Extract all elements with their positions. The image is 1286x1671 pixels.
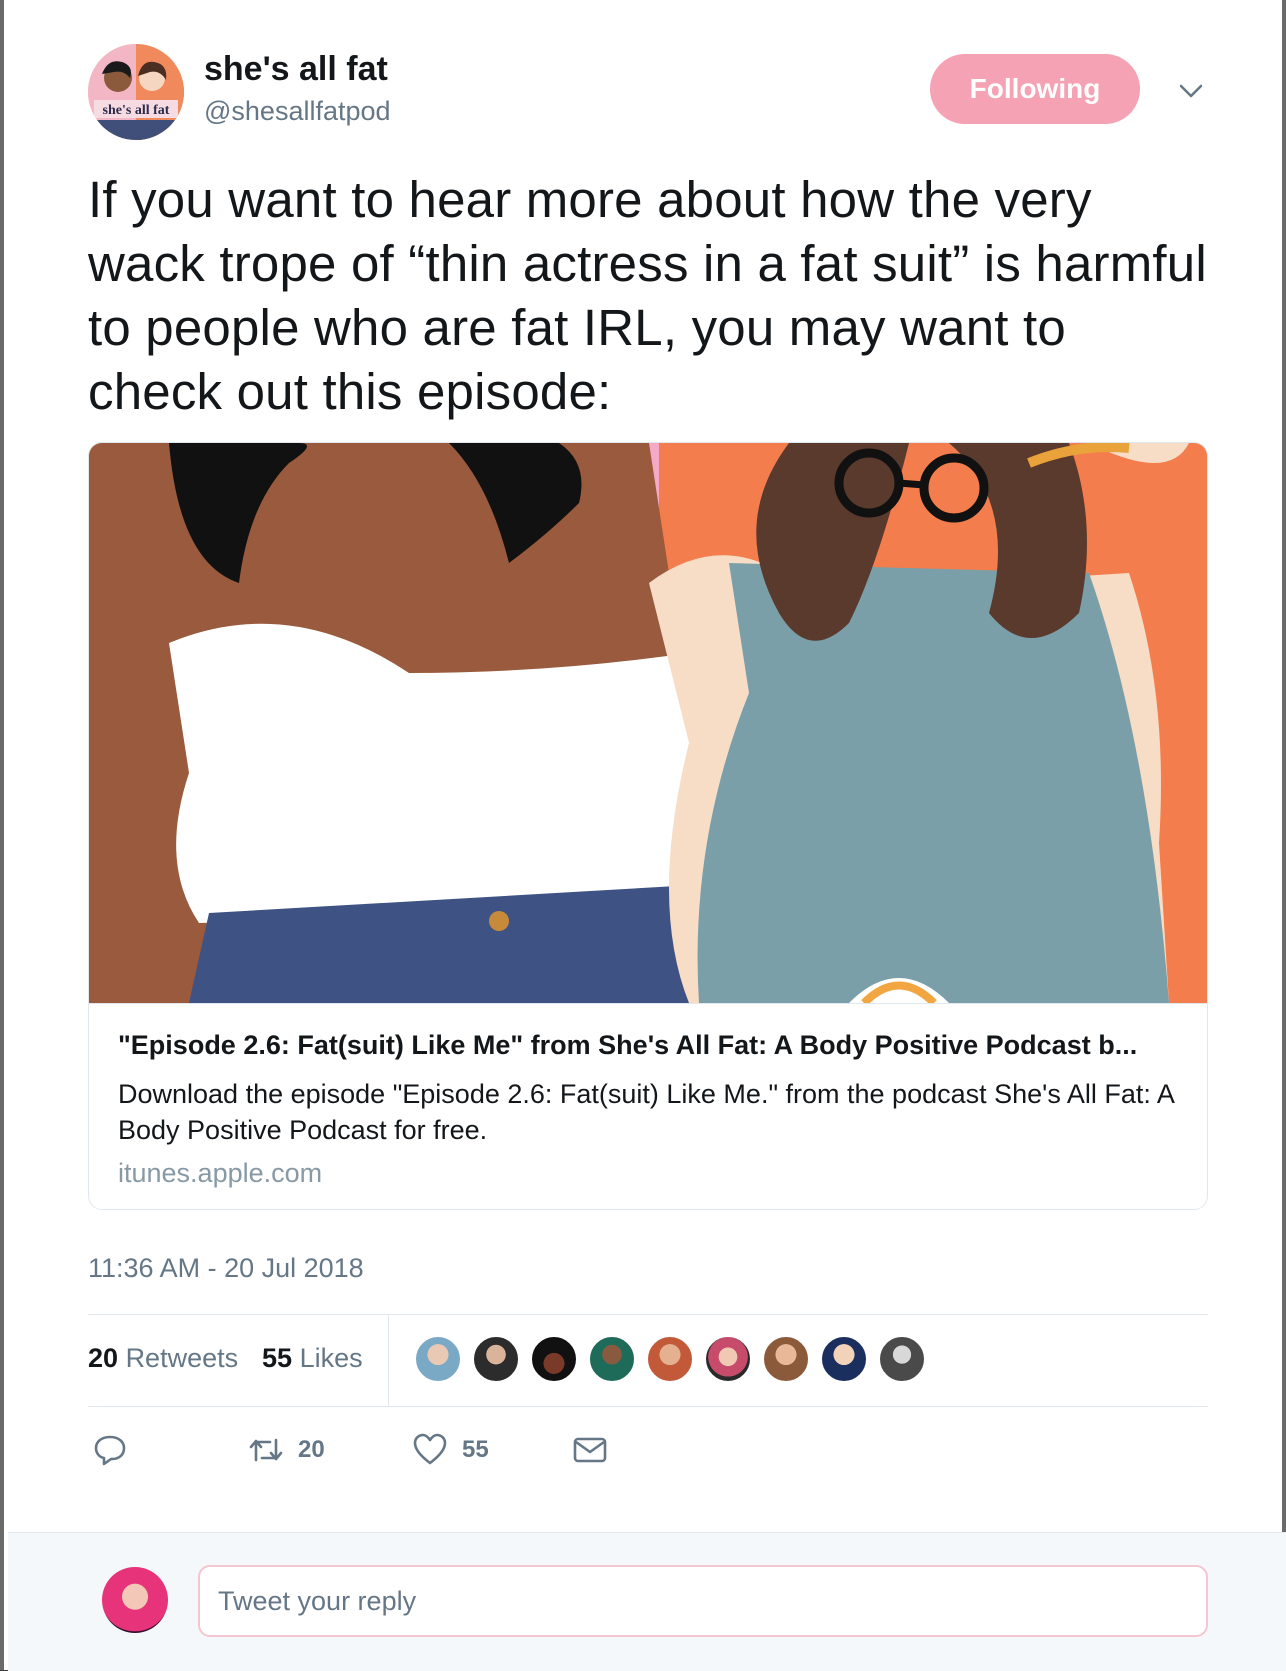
retweets-count: 20: [88, 1343, 119, 1373]
liker-avatar[interactable]: [414, 1335, 462, 1383]
card-domain[interactable]: itunes.apple.com: [118, 1158, 322, 1189]
reply-composer: [8, 1532, 1286, 1671]
direct-message-button[interactable]: [572, 1432, 608, 1468]
envelope-icon: [573, 1437, 607, 1463]
card-title[interactable]: "Episode 2.6: Fat(suit) Like Me" from Sh…: [118, 1030, 1188, 1061]
tweet-timestamp[interactable]: 11:36 AM - 20 Jul 2018: [88, 1253, 364, 1284]
retweets-label: Retweets: [125, 1343, 239, 1373]
tweet-stats: 20 Retweets 55 Likes: [88, 1315, 1208, 1407]
chevron-down-icon[interactable]: [1176, 76, 1206, 106]
likes-count: 55: [262, 1343, 293, 1373]
stats-separator: [388, 1315, 389, 1407]
author-handle[interactable]: @shesallfatpod: [204, 96, 391, 127]
liker-avatar[interactable]: [588, 1335, 636, 1383]
reply-icon: [94, 1435, 126, 1466]
likes-stat[interactable]: 55 Likes: [262, 1343, 363, 1374]
like-count: 55: [462, 1436, 489, 1463]
tweet-window: she's all fat she's all fat @shesallfatp…: [0, 0, 1286, 1671]
author-display-name[interactable]: she's all fat: [204, 50, 388, 89]
retweets-stat[interactable]: 20 Retweets: [88, 1343, 238, 1374]
liker-avatar[interactable]: [646, 1335, 694, 1383]
liker-avatar[interactable]: [530, 1335, 578, 1383]
reply-input[interactable]: [198, 1565, 1208, 1637]
card-image: [89, 443, 1207, 1003]
current-user-avatar[interactable]: [102, 1567, 168, 1633]
tweet-actions: 20 55: [88, 1430, 1208, 1490]
liker-avatar[interactable]: [704, 1335, 752, 1383]
reply-button[interactable]: [92, 1432, 128, 1468]
retweet-count: 20: [298, 1436, 325, 1463]
following-button[interactable]: Following: [930, 54, 1140, 124]
card-description: Download the episode "Episode 2.6: Fat(s…: [118, 1079, 1174, 1145]
liker-avatar[interactable]: [472, 1335, 520, 1383]
retweet-icon: [249, 1438, 283, 1462]
like-button[interactable]: 55: [412, 1432, 489, 1468]
tweet-header: she's all fat she's all fat @shesallfatp…: [88, 44, 1208, 144]
liker-avatar[interactable]: [820, 1335, 868, 1383]
divider: [88, 1406, 1208, 1407]
liker-avatar[interactable]: [878, 1335, 926, 1383]
heart-icon: [413, 1433, 447, 1465]
svg-text:she's all fat: she's all fat: [103, 103, 170, 118]
author-avatar[interactable]: she's all fat: [88, 44, 184, 140]
tweet-text: If you want to hear more about how the v…: [88, 171, 1207, 420]
retweet-button[interactable]: 20: [248, 1432, 325, 1468]
link-card[interactable]: "Episode 2.6: Fat(suit) Like Me" from Sh…: [88, 442, 1208, 1210]
liker-avatar[interactable]: [762, 1335, 810, 1383]
likes-label: Likes: [299, 1343, 363, 1373]
card-body: "Episode 2.6: Fat(suit) Like Me" from Sh…: [89, 1003, 1207, 1209]
